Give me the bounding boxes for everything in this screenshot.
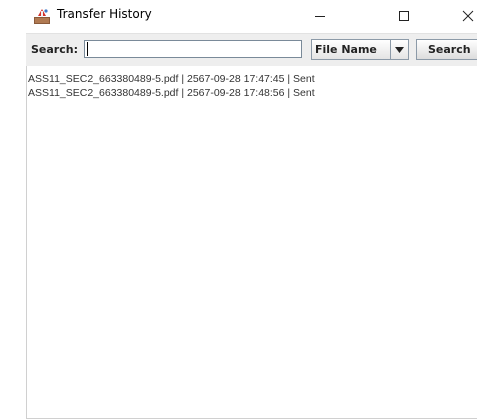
search-toolbar: Search: File Name Search: [26, 33, 477, 66]
history-list[interactable]: ASS11_SEC2_663380489-5.pdf | 2567-09-28 …: [26, 66, 477, 419]
close-button[interactable]: [446, 0, 477, 31]
list-item[interactable]: ASS11_SEC2_663380489-5.pdf | 2567-09-28 …: [27, 86, 477, 100]
search-label: Search:: [31, 43, 78, 56]
filter-dropdown[interactable]: File Name: [311, 39, 409, 60]
search-input[interactable]: [84, 40, 302, 58]
window-title: Transfer History: [57, 7, 152, 21]
minimize-button[interactable]: [297, 0, 343, 31]
close-icon: [462, 10, 474, 21]
text-caret: [87, 42, 88, 56]
transfer-history-window: Transfer History Search: File Name Searc…: [0, 0, 477, 419]
triangle-down-icon: [395, 46, 404, 53]
minimize-icon: [315, 15, 325, 17]
filter-selected-value: File Name: [315, 43, 377, 56]
dropdown-arrow-button[interactable]: [390, 40, 408, 59]
title-bar[interactable]: Transfer History: [0, 0, 477, 31]
java-app-icon: [33, 7, 51, 25]
maximize-icon: [399, 10, 409, 21]
list-item[interactable]: ASS11_SEC2_663380489-5.pdf | 2567-09-28 …: [27, 72, 477, 86]
maximize-button[interactable]: [381, 0, 427, 31]
search-button[interactable]: Search: [416, 39, 477, 60]
